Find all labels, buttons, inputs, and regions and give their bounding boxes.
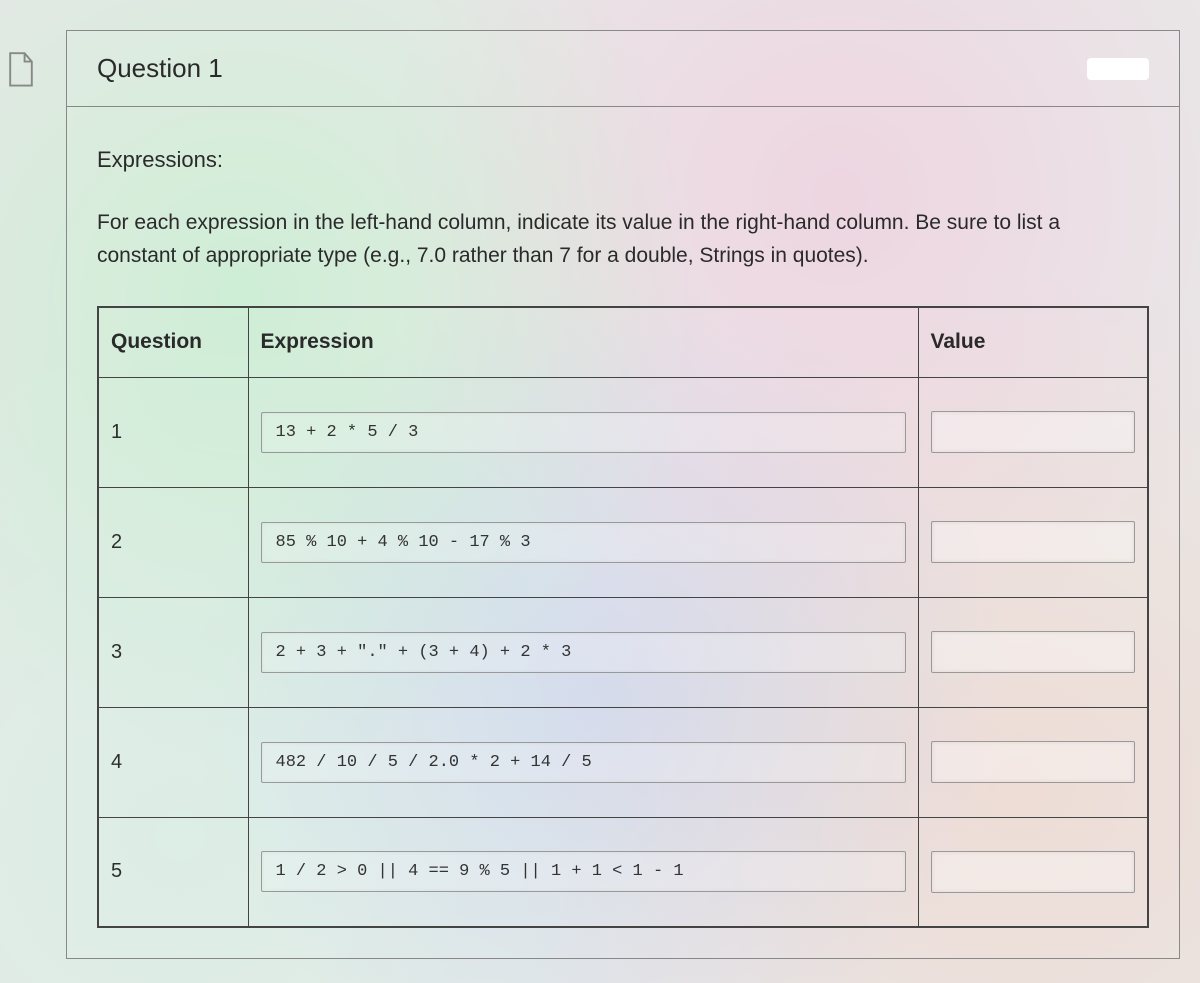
card-body: Expressions: For each expression in the … [67, 107, 1179, 958]
points-chip [1087, 58, 1149, 80]
value-input-3[interactable] [931, 631, 1136, 673]
expression-code: 85 % 10 + 4 % 10 - 17 % 3 [261, 522, 906, 563]
col-header-expression: Expression [248, 307, 918, 377]
question-title: Question 1 [97, 53, 223, 84]
expression-code: 482 / 10 / 5 / 2.0 * 2 + 14 / 5 [261, 742, 906, 783]
row-number: 2 [98, 487, 248, 597]
table-row: 5 1 / 2 > 0 || 4 == 9 % 5 || 1 + 1 < 1 -… [98, 817, 1148, 927]
value-input-2[interactable] [931, 521, 1136, 563]
page-document-icon [6, 52, 36, 88]
section-title: Expressions: [97, 147, 1149, 173]
table-row: 4 482 / 10 / 5 / 2.0 * 2 + 14 / 5 [98, 707, 1148, 817]
card-header: Question 1 [67, 31, 1179, 107]
table-row: 1 13 + 2 * 5 / 3 [98, 377, 1148, 487]
row-number: 5 [98, 817, 248, 927]
row-number: 1 [98, 377, 248, 487]
expression-code: 13 + 2 * 5 / 3 [261, 412, 906, 453]
expressions-table: Question Expression Value 1 13 + 2 * 5 /… [97, 306, 1149, 928]
value-input-1[interactable] [931, 411, 1136, 453]
instructions-text: For each expression in the left-hand col… [97, 207, 1077, 272]
expression-code: 2 + 3 + "." + (3 + 4) + 2 * 3 [261, 632, 906, 673]
col-header-question: Question [98, 307, 248, 377]
value-input-4[interactable] [931, 741, 1136, 783]
question-card: Question 1 Expressions: For each express… [66, 30, 1180, 959]
value-input-5[interactable] [931, 851, 1136, 893]
table-row: 2 85 % 10 + 4 % 10 - 17 % 3 [98, 487, 1148, 597]
expression-code: 1 / 2 > 0 || 4 == 9 % 5 || 1 + 1 < 1 - 1 [261, 851, 906, 892]
row-number: 3 [98, 597, 248, 707]
table-row: 3 2 + 3 + "." + (3 + 4) + 2 * 3 [98, 597, 1148, 707]
row-number: 4 [98, 707, 248, 817]
col-header-value: Value [918, 307, 1148, 377]
